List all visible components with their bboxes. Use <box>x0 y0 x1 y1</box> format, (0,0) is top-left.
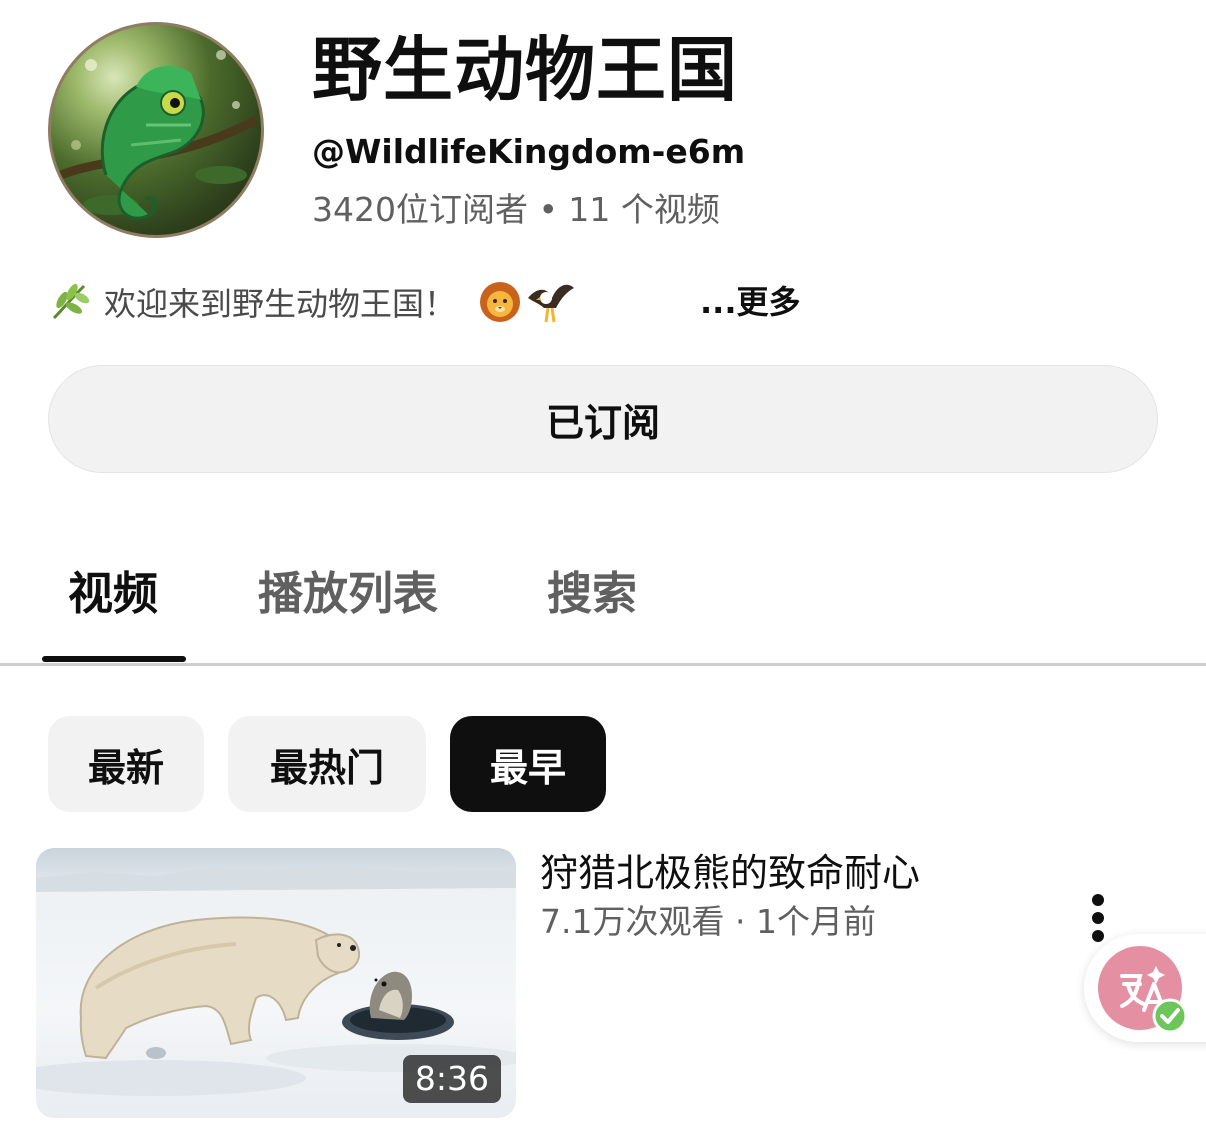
chameleon-icon <box>59 50 259 220</box>
chip-popular[interactable]: 最热门 <box>228 716 426 812</box>
description-text: 欢迎来到野生动物王国！ <box>104 285 457 323</box>
channel-tabs: 视频 播放列表 搜索 <box>0 540 1206 666</box>
active-tab-indicator <box>42 656 186 662</box>
chip-oldest[interactable]: 最早 <box>450 716 606 812</box>
video-meta: 7.1万次观看 · 1个月前 <box>540 902 876 941</box>
video-thumbnail[interactable]: 8:36 <box>36 848 516 1118</box>
herb-icon <box>52 283 90 320</box>
video-duration: 8:36 <box>402 1055 501 1103</box>
channel-description[interactable]: 欢迎来到野生动物王国！ <box>48 276 576 328</box>
channel-handle: @WildlifeKingdom-e6m <box>312 132 746 171</box>
video-title[interactable]: 狩猎北极熊的致命耐心 <box>540 848 920 898</box>
subscribed-button[interactable]: 已订阅 <box>48 365 1158 473</box>
channel-name: 野生动物王国 <box>312 29 738 111</box>
tab-playlists[interactable]: 播放列表 <box>258 566 438 622</box>
tab-search[interactable]: 搜索 <box>547 566 637 622</box>
check-badge-icon <box>1152 998 1188 1034</box>
eagle-icon <box>528 284 575 323</box>
lion-face-icon <box>480 282 521 322</box>
channel-avatar[interactable] <box>48 22 264 238</box>
description-more-link[interactable]: ...更多 <box>700 278 800 326</box>
chip-latest[interactable]: 最新 <box>48 716 204 812</box>
translate-icon <box>1098 946 1188 1034</box>
tab-videos[interactable]: 视频 <box>68 566 158 622</box>
channel-stats: 3420位订阅者 • 11 个视频 <box>312 190 720 229</box>
floating-translate-widget[interactable] <box>1084 934 1206 1042</box>
